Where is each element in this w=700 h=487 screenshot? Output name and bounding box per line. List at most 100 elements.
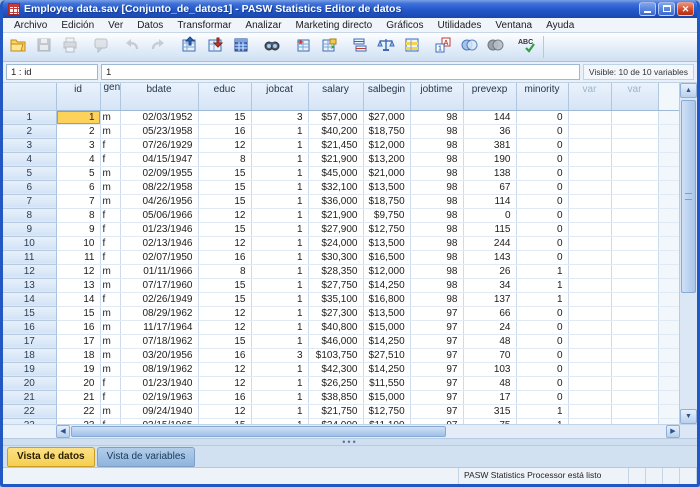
cell-jobtime-7[interactable]: 98 [410, 194, 463, 208]
column-header-jobcat[interactable]: jobcat [251, 83, 308, 110]
cell-salbegin-1[interactable]: $27,000 [363, 110, 410, 124]
cell-id-11[interactable]: 11 [56, 250, 100, 264]
cell-var2-21[interactable] [611, 390, 658, 404]
cell-salary-8[interactable]: $21,900 [308, 208, 363, 222]
cell-id-21[interactable]: 21 [56, 390, 100, 404]
cell-jobcat-4[interactable]: 1 [251, 152, 308, 166]
cell-minority-9[interactable]: 0 [516, 222, 568, 236]
row-header-13[interactable]: 13 [3, 278, 56, 292]
cell-salbegin-20[interactable]: $11,550 [363, 376, 410, 390]
cell-prevexp-12[interactable]: 26 [463, 264, 516, 278]
cell-jobtime-5[interactable]: 98 [410, 166, 463, 180]
column-header-salbegin[interactable]: salbegin [363, 83, 410, 110]
goto-variable-button[interactable] [202, 35, 228, 60]
cell-id-17[interactable]: 17 [56, 334, 100, 348]
cell-id-12[interactable]: 12 [56, 264, 100, 278]
cell-gender-11[interactable]: f [100, 250, 120, 264]
cell-minority-12[interactable]: 1 [516, 264, 568, 278]
cell-prevexp-20[interactable]: 48 [463, 376, 516, 390]
row-header-21[interactable]: 21 [3, 390, 56, 404]
cell-var1-11[interactable] [568, 250, 611, 264]
cell-var2-19[interactable] [611, 362, 658, 376]
cell-var1-21[interactable] [568, 390, 611, 404]
cell-salbegin-16[interactable]: $15,000 [363, 320, 410, 334]
scroll-right-button[interactable]: ▶ [666, 425, 680, 438]
cell-var1-10[interactable] [568, 236, 611, 250]
cell-gender-3[interactable]: f [100, 138, 120, 152]
row-header-12[interactable]: 12 [3, 264, 56, 278]
horizontal-scroll-track[interactable] [70, 425, 666, 438]
cell-jobtime-13[interactable]: 98 [410, 278, 463, 292]
open-file-button[interactable] [5, 35, 31, 60]
cell-jobcat-7[interactable]: 1 [251, 194, 308, 208]
cell-prevexp-11[interactable]: 143 [463, 250, 516, 264]
grid-corner-cell[interactable] [3, 83, 56, 110]
cell-salbegin-6[interactable]: $13,500 [363, 180, 410, 194]
cell-var1-16[interactable] [568, 320, 611, 334]
cell-bdate-11[interactable]: 02/07/1950 [120, 250, 198, 264]
cell-id-15[interactable]: 15 [56, 306, 100, 320]
cell-jobcat-9[interactable]: 1 [251, 222, 308, 236]
cell-salary-5[interactable]: $45,000 [308, 166, 363, 180]
cell-bdate-22[interactable]: 09/24/1940 [120, 404, 198, 418]
cell-salary-14[interactable]: $35,100 [308, 292, 363, 306]
tab-variable-view[interactable]: Vista de variables [97, 447, 196, 467]
cell-var1-1[interactable] [568, 110, 611, 124]
cell-var1-2[interactable] [568, 124, 611, 138]
cell-jobcat-3[interactable]: 1 [251, 138, 308, 152]
cell-id-5[interactable]: 5 [56, 166, 100, 180]
cell-bdate-15[interactable]: 08/29/1962 [120, 306, 198, 320]
cell-var2-8[interactable] [611, 208, 658, 222]
cell-bdate-18[interactable]: 03/20/1956 [120, 348, 198, 362]
cell-var1-20[interactable] [568, 376, 611, 390]
cell-jobcat-15[interactable]: 1 [251, 306, 308, 320]
cell-id-8[interactable]: 8 [56, 208, 100, 222]
row-header-16[interactable]: 16 [3, 320, 56, 334]
cell-jobtime-16[interactable]: 97 [410, 320, 463, 334]
cell-educ-8[interactable]: 12 [198, 208, 251, 222]
cell-educ-20[interactable]: 12 [198, 376, 251, 390]
horizontal-scroll-thumb[interactable] [71, 426, 446, 437]
cell-gender-14[interactable]: f [100, 292, 120, 306]
row-header-18[interactable]: 18 [3, 348, 56, 362]
cell-id-1[interactable]: 1 [56, 110, 100, 124]
maximize-button[interactable] [658, 2, 675, 16]
cell-gender-21[interactable]: f [100, 390, 120, 404]
cell-minority-21[interactable]: 0 [516, 390, 568, 404]
cell-prevexp-1[interactable]: 144 [463, 110, 516, 124]
cell-salary-6[interactable]: $32,100 [308, 180, 363, 194]
cell-var2-9[interactable] [611, 222, 658, 236]
cell-prevexp-10[interactable]: 244 [463, 236, 516, 250]
cell-gender-1[interactable]: m [100, 110, 120, 124]
cell-minority-14[interactable]: 1 [516, 292, 568, 306]
cell-jobcat-1[interactable]: 3 [251, 110, 308, 124]
spell-check-button[interactable]: ABC [513, 35, 539, 60]
cell-educ-2[interactable]: 16 [198, 124, 251, 138]
cell-id-9[interactable]: 9 [56, 222, 100, 236]
cell-var2-11[interactable] [611, 250, 658, 264]
menu-archivo[interactable]: Archivo [7, 19, 54, 32]
cell-salbegin-13[interactable]: $14,250 [363, 278, 410, 292]
menu-transformar[interactable]: Transformar [170, 19, 238, 32]
select-cases-button[interactable] [399, 35, 425, 60]
cell-editor-field[interactable]: 1 [101, 64, 580, 80]
menu-edici-n[interactable]: Edición [54, 19, 101, 32]
row-header-7[interactable]: 7 [3, 194, 56, 208]
cell-var1-12[interactable] [568, 264, 611, 278]
cell-jobtime-17[interactable]: 97 [410, 334, 463, 348]
cell-minority-1[interactable]: 0 [516, 110, 568, 124]
cell-bdate-3[interactable]: 07/26/1929 [120, 138, 198, 152]
value-labels-button[interactable]: A1 [430, 35, 456, 60]
cell-gender-9[interactable]: f [100, 222, 120, 236]
cell-salbegin-3[interactable]: $12,000 [363, 138, 410, 152]
split-file-button[interactable] [347, 35, 373, 60]
cell-jobtime-4[interactable]: 98 [410, 152, 463, 166]
row-header-8[interactable]: 8 [3, 208, 56, 222]
insert-variable-button[interactable] [316, 35, 342, 60]
cell-var2-1[interactable] [611, 110, 658, 124]
cell-salary-16[interactable]: $40,800 [308, 320, 363, 334]
scroll-up-button[interactable]: ▲ [680, 83, 697, 98]
cell-id-3[interactable]: 3 [56, 138, 100, 152]
cell-prevexp-21[interactable]: 17 [463, 390, 516, 404]
cell-gender-16[interactable]: m [100, 320, 120, 334]
